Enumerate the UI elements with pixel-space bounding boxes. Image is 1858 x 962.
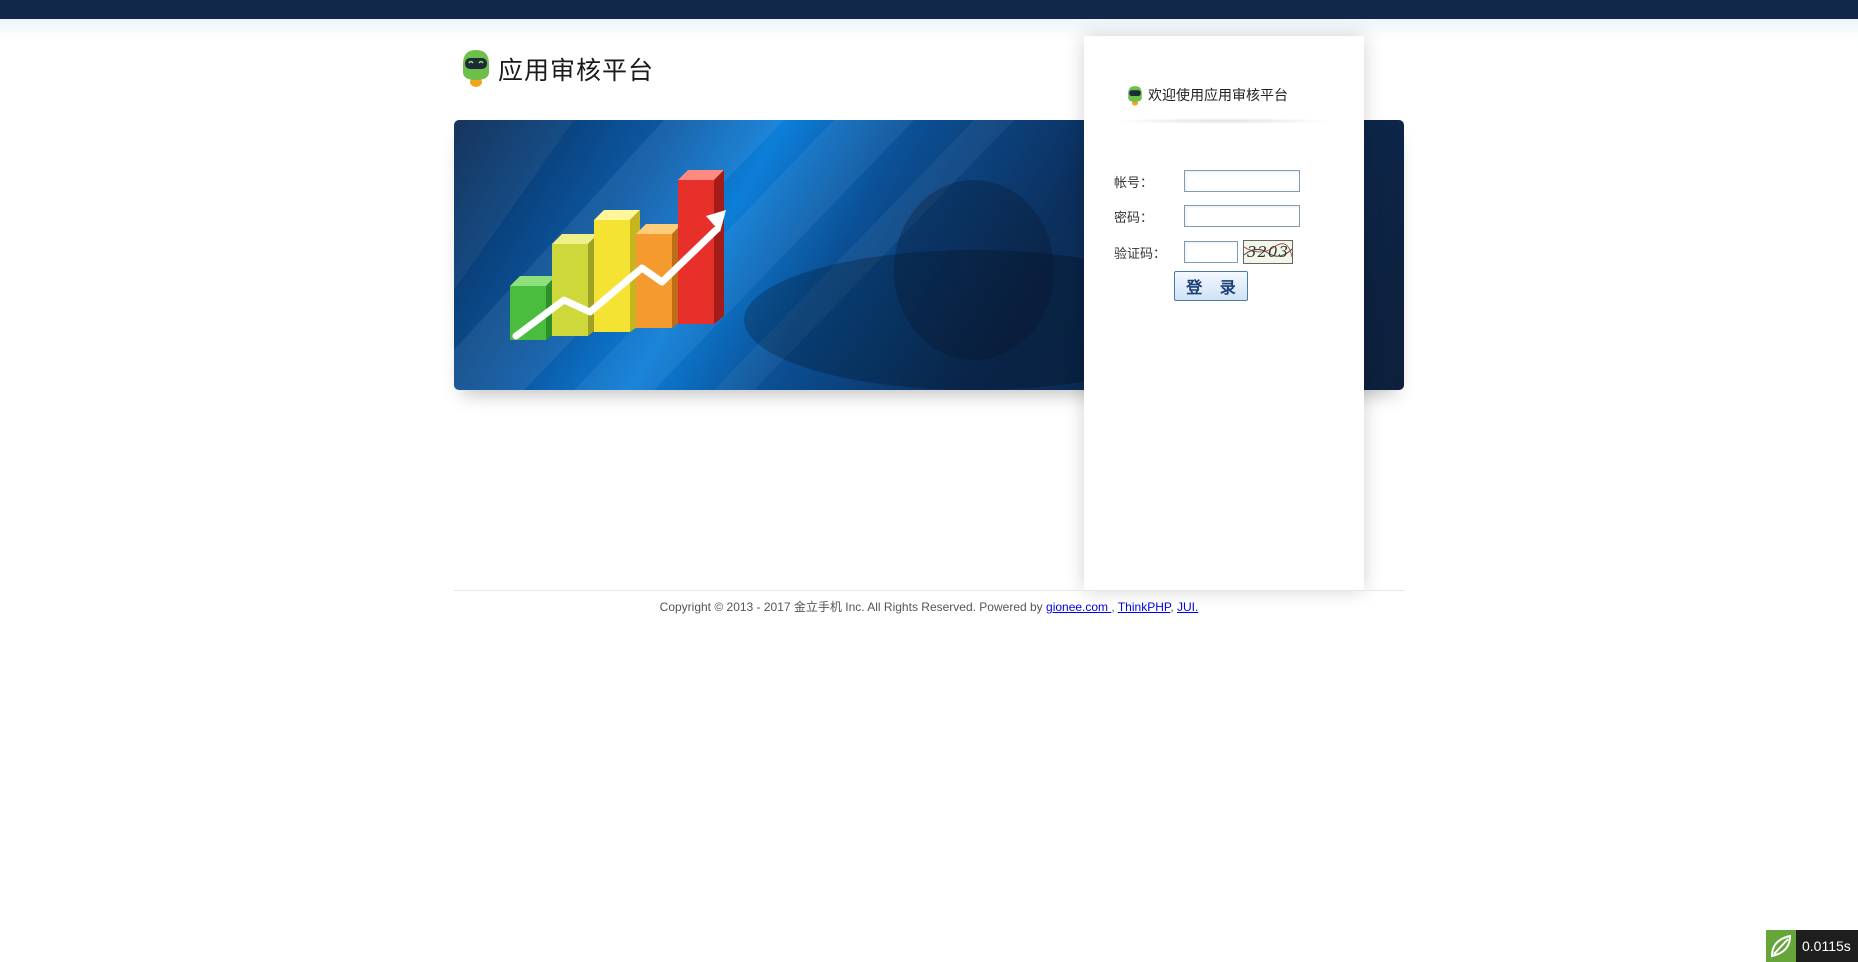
performance-badge[interactable]: 0.0115s	[1766, 930, 1858, 962]
footer: Copyright © 2013 - 2017 金立手机 Inc. All Ri…	[454, 598, 1404, 615]
page-title: 应用审核平台	[498, 56, 655, 85]
mascot-small-icon	[1126, 84, 1144, 106]
captcha-text: 3203	[1246, 243, 1290, 261]
site-header: 应用审核平台	[460, 48, 654, 90]
account-label: 帐号：	[1114, 175, 1154, 191]
top-bar-shadow	[0, 19, 1858, 41]
password-input[interactable]	[1184, 205, 1300, 227]
runtime-text: 0.0115s	[1802, 938, 1851, 954]
password-row: 密码：	[1114, 205, 1300, 227]
mascot-logo-icon	[460, 46, 492, 93]
account-row: 帐号：	[1114, 170, 1300, 192]
bar-chart-illustration	[510, 170, 726, 340]
login-panel: 欢迎使用应用审核平台 帐号： 密码： 验证码： 3203 登 录	[1084, 36, 1364, 590]
captcha-row: 验证码： 3203	[1114, 240, 1293, 264]
footer-link-thinkphp[interactable]: ThinkPHP	[1118, 600, 1170, 614]
captcha-label: 验证码：	[1114, 246, 1167, 262]
welcome-text: 欢迎使用应用审核平台	[1148, 88, 1288, 104]
copyright-text: Copyright © 2013 - 2017 金立手机 Inc. All Ri…	[659, 600, 1047, 614]
footer-divider	[454, 590, 1404, 591]
captcha-input[interactable]	[1184, 241, 1238, 263]
footer-link-gionee[interactable]: gionee.com	[1046, 600, 1111, 614]
welcome-heading: 欢迎使用应用审核平台	[1126, 84, 1288, 106]
footer-separator: ,	[1170, 600, 1177, 614]
captcha-image[interactable]: 3203	[1243, 240, 1293, 264]
welcome-divider	[1114, 118, 1334, 124]
top-bar	[0, 0, 1858, 19]
password-label: 密码：	[1114, 210, 1154, 226]
login-button[interactable]: 登 录	[1174, 271, 1248, 301]
footer-link-jui[interactable]: JUI.	[1177, 600, 1198, 614]
account-input[interactable]	[1184, 170, 1300, 192]
thinkphp-leaf-icon	[1766, 930, 1796, 962]
